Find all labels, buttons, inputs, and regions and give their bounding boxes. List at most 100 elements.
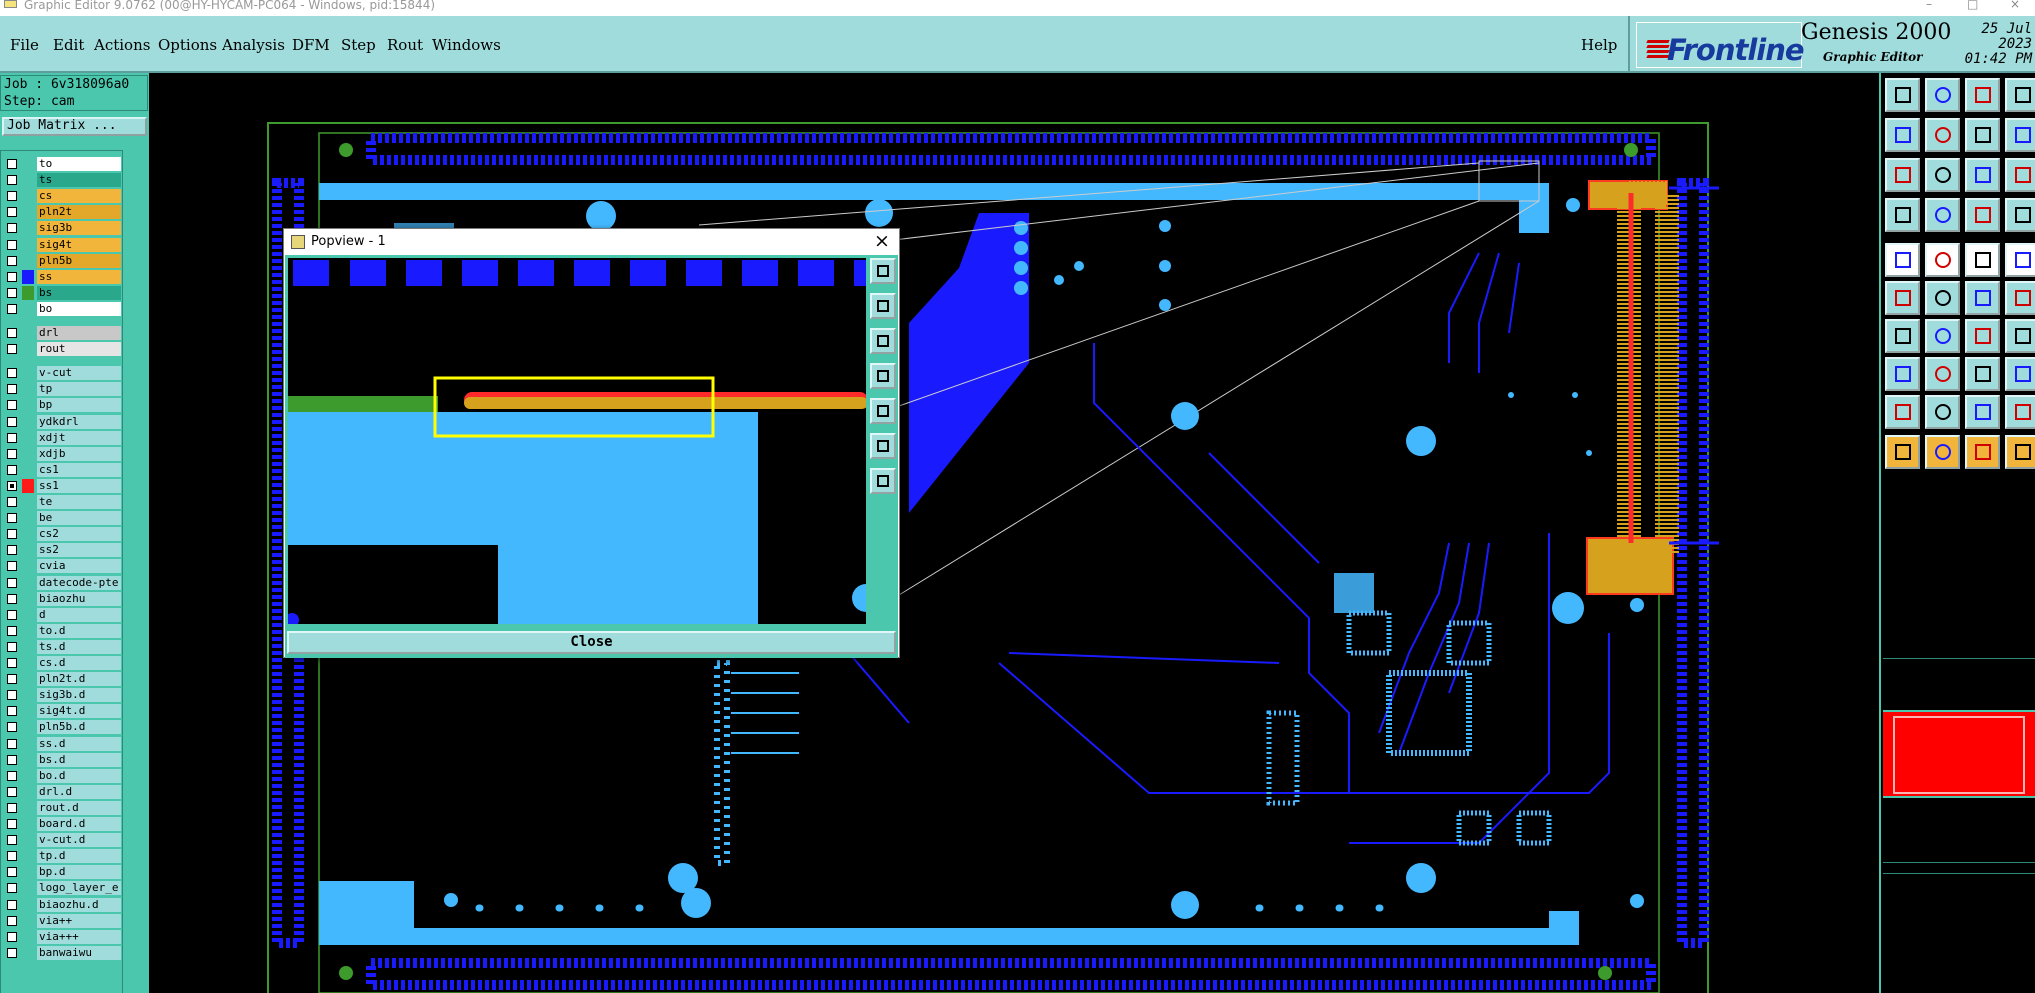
layer-checkbox[interactable] bbox=[7, 175, 17, 185]
curve-button[interactable] bbox=[1965, 319, 2000, 353]
popview-zoom-out-button[interactable] bbox=[870, 468, 896, 494]
redo-button[interactable] bbox=[2005, 118, 2035, 152]
layer-checkbox[interactable] bbox=[7, 191, 17, 201]
layer-name[interactable]: cs.d bbox=[37, 656, 121, 670]
layer-checkbox[interactable] bbox=[7, 739, 17, 749]
route-button[interactable] bbox=[1965, 357, 2000, 391]
layer-row[interactable]: rout.d bbox=[1, 800, 124, 816]
layer-color-swatch[interactable] bbox=[22, 737, 34, 751]
layer-name[interactable]: sig3b bbox=[37, 221, 121, 235]
maximize-icon[interactable]: □ bbox=[1967, 0, 1978, 10]
home-button[interactable] bbox=[1965, 78, 2000, 112]
layer-name[interactable]: tp.d bbox=[37, 849, 121, 863]
layer-checkbox[interactable] bbox=[7, 288, 17, 298]
layer-checkbox[interactable] bbox=[7, 867, 17, 877]
layer-checkbox[interactable] bbox=[7, 529, 17, 539]
layer-row[interactable]: to bbox=[1, 156, 124, 172]
layer-name[interactable]: cs1 bbox=[37, 463, 121, 477]
layer-row[interactable]: sig3b.d bbox=[1, 687, 124, 703]
layer-color-swatch[interactable] bbox=[22, 221, 34, 235]
layer-color-swatch[interactable] bbox=[22, 479, 34, 493]
layer-checkbox[interactable] bbox=[7, 674, 17, 684]
layer-color-swatch[interactable] bbox=[22, 624, 34, 638]
layer-checkbox[interactable] bbox=[7, 465, 17, 475]
layer-color-swatch[interactable] bbox=[22, 849, 34, 863]
layer-name[interactable]: cvia bbox=[37, 559, 121, 573]
layer-name[interactable]: bo bbox=[37, 302, 121, 316]
layer-color-swatch[interactable] bbox=[22, 527, 34, 541]
layer-row[interactable]: be bbox=[1, 510, 124, 526]
layer-checkbox[interactable] bbox=[7, 433, 17, 443]
layer-name[interactable]: bp.d bbox=[37, 865, 121, 879]
triangle-button[interactable] bbox=[1885, 395, 1920, 429]
layer-checkbox[interactable] bbox=[7, 513, 17, 523]
layer-color-swatch[interactable] bbox=[22, 543, 34, 557]
menu-file[interactable]: File bbox=[10, 36, 39, 54]
layer-name[interactable]: ss1 bbox=[37, 479, 121, 493]
layer-row[interactable]: via+++ bbox=[1, 929, 124, 945]
layer-checkbox[interactable] bbox=[7, 578, 17, 588]
layer-color-swatch[interactable] bbox=[22, 753, 34, 767]
layer-row[interactable]: cs1 bbox=[1, 462, 124, 478]
layer-checkbox[interactable] bbox=[7, 368, 17, 378]
layer-row[interactable]: bp bbox=[1, 397, 124, 413]
layer-checkbox[interactable] bbox=[7, 497, 17, 507]
layer-color-swatch[interactable] bbox=[22, 254, 34, 268]
measure-button[interactable] bbox=[1885, 198, 1920, 232]
layer-checkbox[interactable] bbox=[7, 272, 17, 282]
layer-name[interactable]: sig3b.d bbox=[37, 688, 121, 702]
layer-color-swatch[interactable] bbox=[22, 785, 34, 799]
layer-checkbox[interactable] bbox=[7, 610, 17, 620]
layer-color-swatch[interactable] bbox=[22, 447, 34, 461]
grid-button[interactable] bbox=[2005, 319, 2035, 353]
layer-color-swatch[interactable] bbox=[22, 720, 34, 734]
layer-checkbox[interactable] bbox=[7, 900, 17, 910]
layer-name[interactable]: cs bbox=[37, 189, 121, 203]
layer-color-swatch[interactable] bbox=[22, 431, 34, 445]
layer-name[interactable]: datecode-pte bbox=[37, 576, 121, 590]
layer-checkbox[interactable] bbox=[7, 545, 17, 555]
layer-name[interactable]: ts bbox=[37, 173, 121, 187]
layer-row[interactable]: bp.d bbox=[1, 864, 124, 880]
layer-row[interactable]: ss2 bbox=[1, 542, 124, 558]
layer-row[interactable]: pln5b.d bbox=[1, 719, 124, 735]
layer-checkbox[interactable] bbox=[7, 417, 17, 427]
layer-checkbox[interactable] bbox=[7, 819, 17, 829]
layer-row[interactable]: d bbox=[1, 607, 124, 623]
layer-row[interactable]: ss.d bbox=[1, 736, 124, 752]
job-matrix-button[interactable]: Job Matrix ... bbox=[2, 117, 147, 136]
layer-name[interactable]: ss bbox=[37, 270, 121, 284]
layer-color-swatch[interactable] bbox=[22, 382, 34, 396]
layer-name[interactable]: ss.d bbox=[37, 737, 121, 751]
layer-name[interactable]: rout bbox=[37, 342, 121, 356]
layer-color-swatch[interactable] bbox=[22, 415, 34, 429]
undo-button[interactable] bbox=[1965, 118, 2000, 152]
layer-row[interactable]: ss bbox=[1, 269, 124, 285]
layer-name[interactable]: banwaiwu bbox=[37, 946, 121, 960]
menu-windows[interactable]: Windows bbox=[432, 36, 501, 54]
layer-row[interactable]: sig4t.d bbox=[1, 703, 124, 719]
layer-name[interactable]: via+++ bbox=[37, 930, 121, 944]
layer-color-swatch[interactable] bbox=[22, 769, 34, 783]
pointer-button[interactable] bbox=[1885, 435, 1920, 469]
minimize-icon[interactable]: – bbox=[1926, 0, 1932, 10]
layer-row[interactable]: banwaiwu bbox=[1, 945, 124, 961]
menu-analysis[interactable]: Analysis bbox=[222, 36, 285, 54]
layer-checkbox[interactable] bbox=[7, 642, 17, 652]
layer-color-swatch[interactable] bbox=[22, 640, 34, 654]
layer-row[interactable]: ts bbox=[1, 172, 124, 188]
layer-name[interactable]: v-cut bbox=[37, 366, 121, 380]
menu-options[interactable]: Options bbox=[158, 36, 217, 54]
layer-name[interactable]: be bbox=[37, 511, 121, 525]
layer-name[interactable]: logo_layer_e bbox=[37, 881, 121, 895]
circle-button[interactable] bbox=[2005, 243, 2035, 277]
layer-color-swatch[interactable] bbox=[22, 656, 34, 670]
layer-checkbox[interactable] bbox=[7, 803, 17, 813]
layer-checkbox[interactable] bbox=[7, 344, 17, 354]
layer-row[interactable]: xdjt bbox=[1, 430, 124, 446]
add-pad-button[interactable] bbox=[1885, 243, 1920, 277]
layer-color-swatch[interactable] bbox=[22, 366, 34, 380]
arc-up-button[interactable] bbox=[1965, 395, 2000, 429]
layer-color-swatch[interactable] bbox=[22, 495, 34, 509]
layer-color-swatch[interactable] bbox=[22, 189, 34, 203]
